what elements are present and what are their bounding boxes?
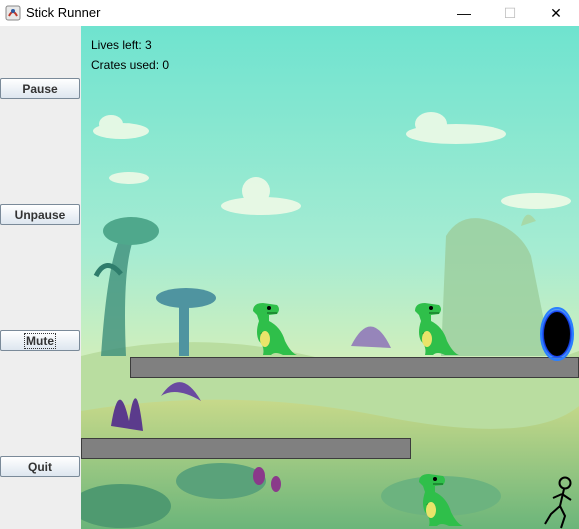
quit-button-label: Quit	[28, 459, 52, 474]
portal-icon	[540, 307, 574, 361]
dinosaur-enemy-icon	[419, 474, 463, 526]
mute-button[interactable]: Mute	[0, 330, 80, 351]
maximize-icon: ☐	[503, 4, 517, 21]
pause-button-label: Pause	[22, 81, 58, 96]
ledge-platform-upper	[130, 357, 579, 378]
minimize-button[interactable]: —	[441, 0, 487, 26]
minimize-icon: —	[457, 5, 471, 21]
lives-counter: Lives left: 3	[91, 38, 152, 52]
game-canvas[interactable]: Lives left: 3 Crates used: 0	[81, 26, 579, 529]
control-sidebar: Pause Unpause Mute Quit	[0, 26, 82, 529]
dinosaur-enemy-icon	[253, 303, 297, 355]
unpause-button[interactable]: Unpause	[0, 204, 80, 225]
unpause-button-label: Unpause	[14, 207, 66, 222]
close-button[interactable]: ✕	[533, 0, 579, 26]
ledge-platform-lower	[81, 438, 411, 459]
stick-figure-player-icon	[544, 476, 572, 529]
dinosaur-enemy-icon	[415, 303, 459, 355]
quit-button[interactable]: Quit	[0, 456, 80, 477]
pause-button[interactable]: Pause	[0, 78, 80, 99]
crates-counter: Crates used: 0	[91, 58, 170, 72]
mute-button-label: Mute	[24, 332, 56, 349]
java-app-icon	[5, 5, 21, 21]
window-title: Stick Runner	[26, 5, 101, 20]
maximize-button[interactable]: ☐	[487, 0, 533, 26]
close-icon: ✕	[550, 4, 562, 21]
title-bar: Stick Runner — ☐ ✕	[0, 0, 579, 26]
